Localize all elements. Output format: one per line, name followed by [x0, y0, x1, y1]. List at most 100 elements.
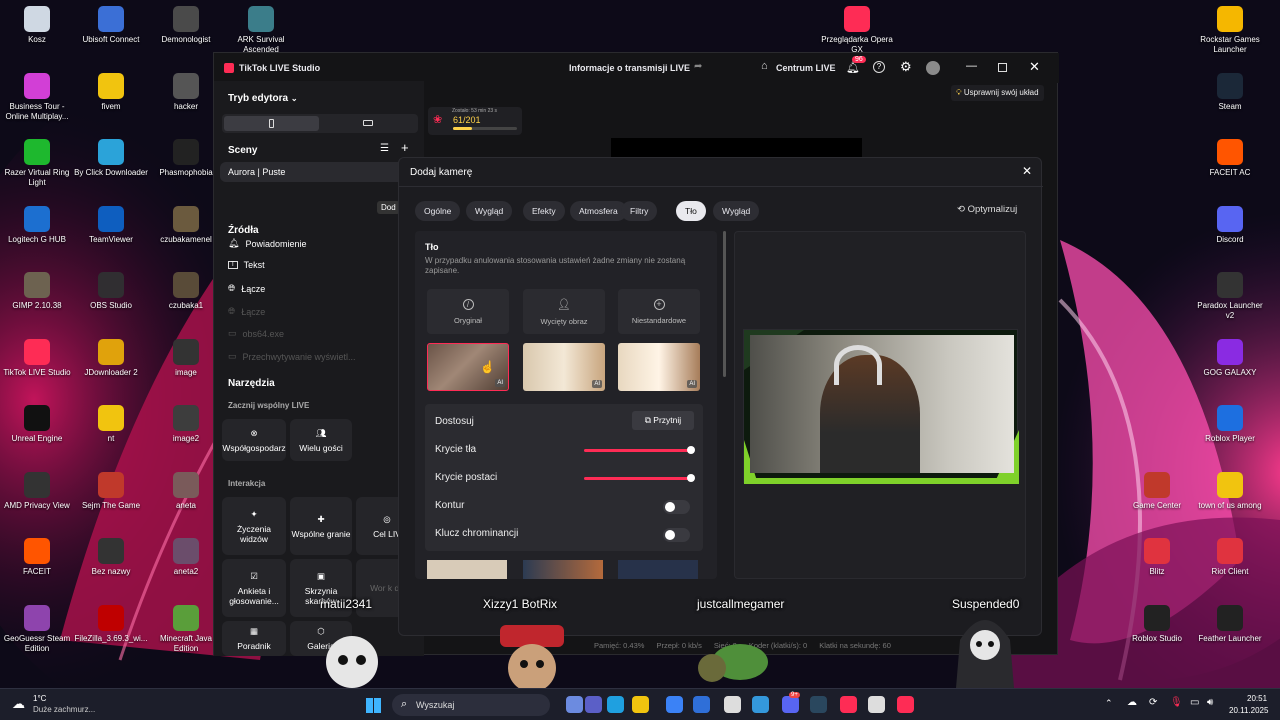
- desktop-icon[interactable]: Phasmophobia: [149, 139, 223, 178]
- gallery-button[interactable]: ⬡ Galeria: [290, 621, 352, 656]
- desktop-icon[interactable]: ARK Survival Ascended: [224, 6, 298, 55]
- desktop-icon[interactable]: Blitz: [1120, 538, 1194, 577]
- source-obs[interactable]: ▭ obs64.exe: [228, 328, 284, 339]
- share-icon[interactable]: ➦: [694, 61, 702, 72]
- explorer-app-icon[interactable]: [566, 696, 583, 713]
- desktop-icon[interactable]: Minecraft Java Edition: [149, 605, 223, 654]
- close-icon[interactable]: ✕: [1029, 59, 1040, 75]
- opacity-person-slider[interactable]: [584, 474, 695, 482]
- desktop-icon[interactable]: Unreal Engine: [0, 405, 74, 444]
- tab-2[interactable]: Efekty: [523, 201, 565, 221]
- desktop-icon[interactable]: Razer Virtual Ring Light: [0, 139, 74, 188]
- desktop-icon[interactable]: Przeglądarka Opera GX: [820, 6, 894, 55]
- volume-icon[interactable]: 🔊︎: [1207, 697, 1213, 708]
- source-text[interactable]: T Tekst: [228, 260, 265, 270]
- desktop-icon[interactable]: Business Tour - Online Multiplay...: [0, 73, 74, 122]
- desktop-icon[interactable]: Feather Launcher: [1193, 605, 1267, 644]
- minimize-icon[interactable]: —: [966, 60, 977, 72]
- onedrive-icon[interactable]: ☁: [1127, 697, 1137, 708]
- layout-hint-button[interactable]: 💡︎ Usprawnij swój układ: [951, 85, 1044, 101]
- desktop-icon[interactable]: FileZilla_3.69.3_wi...: [74, 605, 148, 644]
- tab-4[interactable]: Filtry: [621, 201, 658, 221]
- steam-taskbar-icon[interactable]: [810, 696, 827, 713]
- opacity-bg-slider[interactable]: [584, 446, 695, 454]
- desktop-icon[interactable]: Rockstar Games Launcher: [1193, 6, 1267, 55]
- network-icon[interactable]: ▭: [1190, 697, 1199, 708]
- bg-thumb-room1[interactable]: AI: [523, 343, 605, 391]
- github-icon[interactable]: [724, 696, 741, 713]
- start-windows-icon[interactable]: [366, 698, 381, 713]
- desktop-icon[interactable]: hacker: [149, 73, 223, 112]
- desktop-icon[interactable]: nt: [74, 405, 148, 444]
- scene-item[interactable]: Aurora | Puste: [220, 162, 418, 182]
- desktop-icon[interactable]: Demonologist: [149, 6, 223, 45]
- optimize-button[interactable]: ⟲ Optymalizuj: [957, 204, 1017, 215]
- viewer-wishes-button[interactable]: ✦ Życzenia widzów: [222, 497, 286, 555]
- opera-taskbar-icon[interactable]: [840, 696, 857, 713]
- outline-toggle[interactable]: [663, 500, 690, 514]
- source-link[interactable]: 🌐︎ Łącze: [228, 283, 265, 294]
- tab-6[interactable]: Wygląd: [713, 201, 760, 221]
- discord-taskbar-icon[interactable]: [782, 696, 799, 713]
- teams-icon[interactable]: [585, 696, 602, 713]
- desktop-icon[interactable]: aneta: [149, 472, 223, 511]
- slider-knob[interactable]: [687, 474, 695, 482]
- obs-taskbar-icon[interactable]: [868, 696, 885, 713]
- landscape-button[interactable]: [321, 116, 416, 131]
- chroma-toggle[interactable]: [663, 528, 690, 542]
- maximize-icon[interactable]: [998, 63, 1007, 72]
- sync-icon[interactable]: ⟳: [1149, 697, 1157, 708]
- bg-thumb-room2[interactable]: AI: [618, 343, 700, 391]
- desktop-icon[interactable]: Discord: [1193, 206, 1267, 245]
- source-notification[interactable]: 🔔︎ Powiadomienie: [228, 238, 306, 249]
- help-icon[interactable]: ?: [873, 61, 885, 73]
- chevron-up-icon[interactable]: ⌃: [1105, 698, 1113, 709]
- multi-guest-button[interactable]: 👥︎ Wielu gości: [290, 419, 352, 461]
- desktop-icon[interactable]: image: [149, 339, 223, 378]
- desktop-icon[interactable]: aneta2: [149, 538, 223, 577]
- app-icon[interactable]: [752, 696, 769, 713]
- clock-time[interactable]: 20:51: [1247, 694, 1267, 703]
- source-link-hidden[interactable]: 🌐︎ Łącze: [228, 306, 265, 317]
- source-display-capture[interactable]: ▭ Przechwytywanie wyświetl...: [228, 351, 356, 362]
- desktop-icon[interactable]: Kosz: [0, 6, 74, 45]
- guide-button[interactable]: ▦ Poradnik: [222, 621, 286, 656]
- slider-knob[interactable]: [687, 446, 695, 454]
- desktop-icon[interactable]: FACEIT: [0, 538, 74, 577]
- desktop-icon[interactable]: By Click Downloader: [74, 139, 148, 178]
- editor-mode-dropdown[interactable]: Tryb edytora ⌄: [228, 93, 298, 104]
- tab-0[interactable]: Ogólne: [415, 201, 461, 221]
- desktop-icon[interactable]: OBS Studio: [74, 272, 148, 311]
- desktop-icon[interactable]: FACEIT AC: [1193, 139, 1267, 178]
- mail-icon[interactable]: [693, 696, 710, 713]
- add-scene-icon[interactable]: +: [401, 140, 409, 155]
- option-custom[interactable]: + Niestandardowe: [618, 289, 700, 334]
- desktop-icon[interactable]: czubakamenel: [149, 206, 223, 245]
- poll-button[interactable]: ☑ Ankieta i głosowanie...: [222, 559, 286, 617]
- desktop-icon[interactable]: image2: [149, 405, 223, 444]
- option-original[interactable]: / Oryginał: [427, 289, 509, 334]
- crop-button[interactable]: ⧉ Przytnij: [632, 411, 694, 430]
- desktop-icon[interactable]: town of us among: [1193, 472, 1267, 511]
- desktop-icon[interactable]: GOG GALAXY: [1193, 339, 1267, 378]
- tab-5[interactable]: Tło: [676, 201, 706, 221]
- search-box[interactable]: ⌕ Wyszukaj: [392, 694, 550, 716]
- cohost-button[interactable]: ⊗ Współgospodarz: [222, 419, 286, 461]
- desktop-icon[interactable]: czubaka1: [149, 272, 223, 311]
- coop-play-button[interactable]: ✚ Wspólne granie: [290, 497, 352, 555]
- goal-widget[interactable]: ❀ Zostało: 53 min 23 s 61/201: [428, 107, 522, 135]
- desktop-icon[interactable]: GIMP 2.10.38: [0, 272, 74, 311]
- bg-thumb-blur[interactable]: AI ☝: [427, 343, 509, 391]
- tiktok-taskbar-icon[interactable]: [897, 696, 914, 713]
- desktop-icon[interactable]: Steam: [1193, 73, 1267, 112]
- microphone-icon[interactable]: 🎙︎: [1170, 697, 1183, 708]
- option-cutout[interactable]: 👤︎ Wycięty obraz: [523, 289, 605, 334]
- desktop-icon[interactable]: Logitech G HUB: [0, 206, 74, 245]
- dialog-close-icon[interactable]: ✕: [1022, 164, 1032, 178]
- desktop-icon[interactable]: GeoGuessr Steam Edition: [0, 605, 74, 654]
- edge-icon[interactable]: [607, 696, 624, 713]
- desktop-icon[interactable]: TikTok LIVE Studio: [0, 339, 74, 378]
- desktop-icon[interactable]: Sejm The Game: [74, 472, 148, 511]
- desktop-icon[interactable]: AMD Privacy View: [0, 472, 74, 511]
- avatar[interactable]: [926, 61, 940, 75]
